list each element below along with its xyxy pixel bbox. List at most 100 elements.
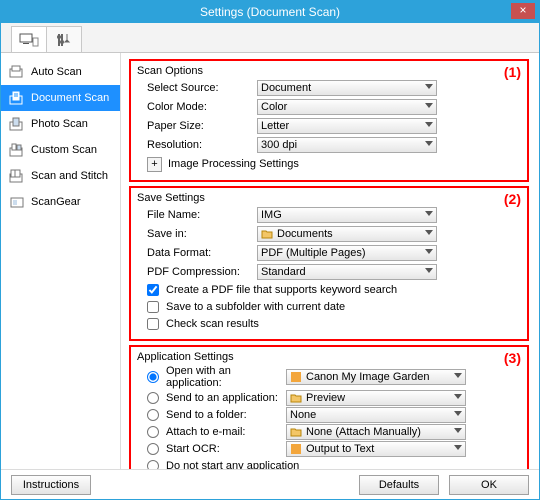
folder-icon (290, 392, 302, 404)
send-to-application-dropdown[interactable]: Preview (286, 390, 466, 406)
data-format-label: Data Format: (137, 247, 257, 259)
stitch-icon (9, 169, 25, 183)
start-ocr-radio[interactable] (147, 443, 159, 455)
chevron-down-icon (425, 230, 433, 235)
color-mode-value: Color (261, 100, 287, 114)
auto-scan-icon (9, 65, 25, 79)
data-format-value: PDF (Multiple Pages) (261, 246, 366, 260)
annotation-3: (3) (504, 350, 521, 366)
sidebar-item-custom-scan[interactable]: Custom Scan (1, 137, 120, 163)
chevron-down-icon (425, 103, 433, 108)
attach-to-email-value: None (Attach Manually) (306, 425, 421, 439)
subfolder-date-label: Save to a subfolder with current date (166, 301, 345, 313)
window-close-button[interactable]: × (511, 3, 535, 19)
open-with-application-value: Canon My Image Garden (306, 370, 430, 384)
data-format-dropdown[interactable]: PDF (Multiple Pages) (257, 245, 437, 261)
save-settings-title: Save Settings (137, 192, 521, 204)
tab-scan-from-computer[interactable] (11, 26, 47, 52)
sidebar-item-label: Custom Scan (31, 144, 97, 156)
application-settings-title: Application Settings (137, 351, 521, 363)
attach-to-email-dropdown[interactable]: None (Attach Manually) (286, 424, 466, 440)
pdf-compression-value: Standard (261, 265, 306, 279)
check-scan-results-label: Check scan results (166, 318, 259, 330)
sidebar-item-scan-and-stitch[interactable]: Scan and Stitch (1, 163, 120, 189)
pdf-compression-dropdown[interactable]: Standard (257, 264, 437, 280)
file-name-value: IMG (261, 208, 282, 222)
chevron-down-icon (454, 373, 462, 378)
sidebar-item-label: Photo Scan (31, 118, 88, 130)
color-mode-label: Color Mode: (137, 101, 257, 113)
app-icon (290, 371, 302, 383)
tab-tools[interactable] (46, 26, 82, 52)
save-in-label: Save in: (137, 228, 257, 240)
document-scan-icon (9, 91, 25, 105)
do-not-start-radio[interactable] (147, 460, 159, 469)
send-to-folder-value: None (290, 408, 316, 422)
folder-icon (290, 426, 302, 438)
app-icon (290, 443, 302, 455)
resolution-dropdown[interactable]: 300 dpi (257, 137, 437, 153)
open-with-application-radio[interactable] (147, 371, 159, 383)
sidebar-item-label: Document Scan (31, 92, 109, 104)
titlebar: Settings (Document Scan) × (1, 1, 539, 23)
save-in-dropdown[interactable]: Documents (257, 226, 437, 242)
folder-icon (261, 228, 273, 240)
save-in-value: Documents (277, 227, 333, 241)
sidebar-item-label: Scan and Stitch (31, 170, 108, 182)
file-name-field[interactable]: IMG (257, 207, 437, 223)
expand-image-processing-button[interactable]: + (147, 157, 162, 172)
send-to-folder-label: Send to a folder: (166, 409, 282, 421)
content-area: Auto Scan Document Scan Photo Scan Custo… (1, 53, 539, 469)
send-to-application-radio[interactable] (147, 392, 159, 404)
sidebar-item-photo-scan[interactable]: Photo Scan (1, 111, 120, 137)
chevron-down-icon (425, 211, 433, 216)
save-settings-group: (2) Save Settings File Name: IMG Save in… (129, 186, 529, 341)
scan-options-group: (1) Scan Options Select Source: Document… (129, 59, 529, 182)
do-not-start-label: Do not start any application (166, 460, 299, 469)
select-source-dropdown[interactable]: Document (257, 80, 437, 96)
settings-sidebar: Auto Scan Document Scan Photo Scan Custo… (1, 53, 121, 469)
open-with-application-label: Open with an application: (166, 365, 282, 389)
send-to-folder-radio[interactable] (147, 409, 159, 421)
chevron-down-icon (425, 84, 433, 89)
start-ocr-dropdown[interactable]: Output to Text (286, 441, 466, 457)
color-mode-dropdown[interactable]: Color (257, 99, 437, 115)
window-body: Auto Scan Document Scan Photo Scan Custo… (1, 23, 539, 499)
chevron-down-icon (425, 268, 433, 273)
chevron-down-icon (425, 249, 433, 254)
window-title: Settings (Document Scan) (200, 5, 340, 19)
keyword-search-checkbox[interactable] (147, 284, 159, 296)
subfolder-date-checkbox[interactable] (147, 301, 159, 313)
annotation-2: (2) (504, 191, 521, 207)
start-ocr-value: Output to Text (306, 442, 374, 456)
sidebar-item-document-scan[interactable]: Document Scan (1, 85, 120, 111)
attach-to-email-label: Attach to e-mail: (166, 426, 282, 438)
sidebar-item-auto-scan[interactable]: Auto Scan (1, 59, 120, 85)
attach-to-email-radio[interactable] (147, 426, 159, 438)
paper-size-label: Paper Size: (137, 120, 257, 132)
check-scan-results-checkbox[interactable] (147, 318, 159, 330)
send-to-application-label: Send to an application: (166, 392, 282, 404)
application-settings-group: (3) Application Settings Open with an ap… (129, 345, 529, 469)
select-source-label: Select Source: (137, 82, 257, 94)
send-to-folder-dropdown[interactable]: None (286, 407, 466, 423)
chevron-down-icon (425, 122, 433, 127)
photo-scan-icon (9, 117, 25, 131)
defaults-button[interactable]: Defaults (359, 475, 439, 495)
annotation-1: (1) (504, 64, 521, 80)
tools-icon (56, 32, 72, 48)
image-processing-settings-label: Image Processing Settings (168, 158, 299, 170)
chevron-down-icon (454, 394, 462, 399)
resolution-value: 300 dpi (261, 138, 297, 152)
start-ocr-label: Start OCR: (166, 443, 282, 455)
instructions-button[interactable]: Instructions (11, 475, 91, 495)
send-to-application-value: Preview (306, 391, 345, 405)
scangear-icon (9, 195, 25, 209)
sidebar-item-scangear[interactable]: ScanGear (1, 189, 120, 215)
paper-size-dropdown[interactable]: Letter (257, 118, 437, 134)
ok-button[interactable]: OK (449, 475, 529, 495)
resolution-label: Resolution: (137, 139, 257, 151)
paper-size-value: Letter (261, 119, 289, 133)
open-with-application-dropdown[interactable]: Canon My Image Garden (286, 369, 466, 385)
chevron-down-icon (425, 141, 433, 146)
